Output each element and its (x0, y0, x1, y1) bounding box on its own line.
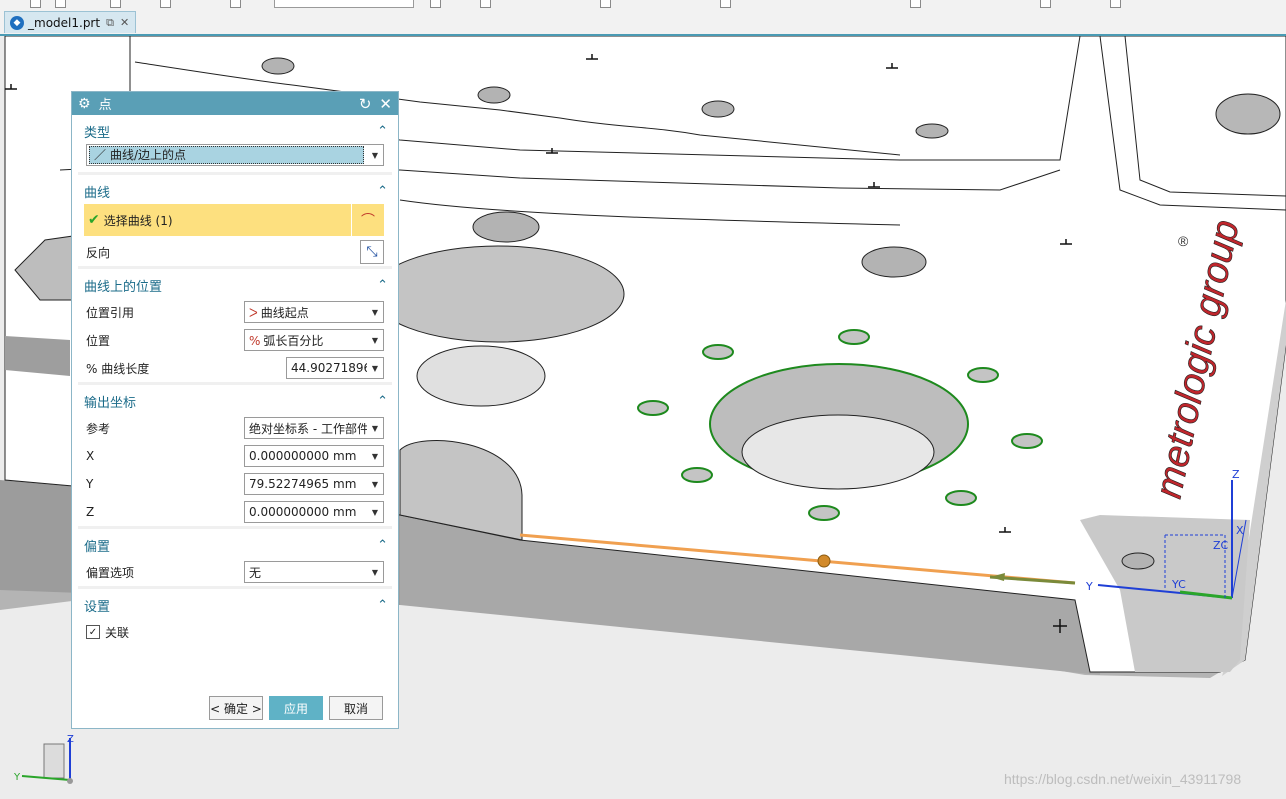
point-dialog: ⚙ 点 ↻ ✕ 类型 ⌃ ／曲线/边上的点 ▼ 曲线 ⌃ ✔ 选择曲线 (1) … (71, 91, 399, 729)
chevron-up-icon[interactable]: ⌃ (377, 184, 388, 199)
chevron-down-icon[interactable]: ▼ (367, 424, 383, 433)
output-coordinates-section: 输出坐标 ⌃ 参考 绝对坐标系 - 工作部件 ▼ X 0.000000000 m… (78, 388, 392, 529)
chevron-down-icon[interactable]: ▼ (367, 336, 383, 345)
part-file-icon: ◆ (10, 15, 24, 30)
svg-text:Y: Y (1085, 580, 1093, 593)
location-reference-row: 位置引用 ᐳ 曲线起点 ▼ (78, 298, 392, 326)
watermark: https://blog.csdn.net/weixin_43911798 (1004, 771, 1242, 787)
toolbar-icon[interactable] (600, 0, 611, 8)
tab-label: _model1.prt (28, 15, 101, 30)
curve-point-icon: ／ (94, 148, 107, 162)
chevron-down-icon[interactable]: ▼ (367, 452, 383, 461)
chevron-down-icon[interactable]: ▼ (367, 308, 383, 317)
offset-section-header[interactable]: 偏置 ⌃ (78, 532, 392, 558)
chevron-down-icon[interactable]: ▼ (367, 364, 383, 373)
gear-icon[interactable]: ⚙ (78, 96, 91, 112)
toolbar-icon[interactable] (720, 0, 731, 8)
curve-start-icon: ᐳ (249, 305, 258, 320)
dialog-title: 点 (98, 98, 112, 113)
chevron-up-icon[interactable]: ⌃ (377, 278, 388, 293)
chevron-up-icon[interactable]: ⌃ (377, 598, 388, 613)
svg-text:Z: Z (67, 734, 74, 745)
chevron-down-icon[interactable]: ▼ (367, 568, 383, 577)
curve-length-input[interactable]: 44.90271896 ▼ (286, 357, 384, 379)
select-curve-row[interactable]: ✔ 选择曲线 (1) ⌒ (84, 204, 384, 236)
svg-text:Z: Z (1232, 468, 1240, 481)
toolbar-icon[interactable] (110, 0, 121, 8)
x-coordinate-input[interactable]: 0.000000000 mm ▼ (244, 445, 384, 467)
settings-section: 设置 ⌃ ✓ 关联 (78, 592, 392, 646)
close-icon[interactable]: ✕ (379, 95, 392, 113)
associative-row: ✓ 关联 (78, 618, 392, 646)
curve-section-header[interactable]: 曲线 ⌃ (78, 178, 392, 204)
svg-text:Y: Y (13, 772, 21, 783)
x-coordinate-row: X 0.000000000 mm ▼ (78, 442, 392, 470)
type-dropdown[interactable]: ／曲线/边上的点 ▼ (86, 144, 384, 166)
location-row: 位置 % 弧长百分比 ▼ (78, 326, 392, 354)
curve-section: 曲线 ⌃ ✔ 选择曲线 (1) ⌒ 反向 ⤡ (78, 178, 392, 269)
toolbar-icon[interactable] (480, 0, 491, 8)
reverse-row: 反向 ⤡ (78, 238, 392, 266)
curve-length-row: % 曲线长度 44.90271896 ▼ (78, 354, 392, 382)
reverse-direction-icon[interactable]: ⤡ (360, 240, 384, 264)
arc-percent-icon: % (249, 333, 261, 348)
position-section: 曲线上的位置 ⌃ 位置引用 ᐳ 曲线起点 ▼ 位置 % 弧长百分比 ▼ % 曲线长度… (78, 272, 392, 385)
chevron-up-icon[interactable]: ⌃ (377, 124, 388, 139)
offset-section: 偏置 ⌃ 偏置选项 无 ▼ (78, 532, 392, 589)
z-coordinate-row: Z 0.000000000 mm ▼ (78, 498, 392, 526)
toolbar-icon[interactable] (30, 0, 41, 8)
toolbar-icon[interactable] (160, 0, 171, 8)
chevron-down-icon[interactable]: ▼ (367, 151, 383, 160)
chevron-down-icon[interactable]: ▼ (367, 508, 383, 517)
chevron-up-icon[interactable]: ⌃ (377, 538, 388, 553)
reset-icon[interactable]: ↻ (359, 95, 372, 113)
cancel-button[interactable]: 取消 (329, 696, 383, 720)
svg-text:ZC: ZC (1213, 539, 1229, 552)
output-section-header[interactable]: 输出坐标 ⌃ (78, 388, 392, 414)
toolbar-icon[interactable] (1040, 0, 1051, 8)
dialog-titlebar: ⚙ 点 ↻ ✕ (72, 92, 398, 115)
tab-model1[interactable]: ◆ _model1.prt ⧉ ✕ (4, 11, 136, 33)
toolbar-icon[interactable] (910, 0, 921, 8)
chevron-down-icon[interactable]: ▼ (367, 480, 383, 489)
y-coordinate-row: Y 79.52274965 mm ▼ (78, 470, 392, 498)
y-coordinate-input[interactable]: 79.52274965 mm ▼ (244, 473, 384, 495)
toolbar-icon[interactable] (430, 0, 441, 8)
toolbar-icon[interactable] (1110, 0, 1121, 8)
check-icon: ✔ (88, 212, 100, 228)
location-reference-dropdown[interactable]: ᐳ 曲线起点 ▼ (244, 301, 384, 323)
close-icon[interactable]: ✕ (120, 16, 129, 29)
apply-button[interactable]: 应用 (269, 696, 323, 720)
reference-row: 参考 绝对坐标系 - 工作部件 ▼ (78, 414, 392, 442)
position-section-header[interactable]: 曲线上的位置 ⌃ (78, 272, 392, 298)
toolbar-icon[interactable] (230, 0, 241, 8)
type-section: 类型 ⌃ ／曲线/边上的点 ▼ (78, 118, 392, 175)
type-section-header[interactable]: 类型 ⌃ (78, 118, 392, 144)
offset-option-row: 偏置选项 无 ▼ (78, 558, 392, 586)
toolbar-icon[interactable] (55, 0, 66, 8)
ok-button[interactable]: < 确定 > (209, 696, 263, 720)
z-coordinate-input[interactable]: 0.000000000 mm ▼ (244, 501, 384, 523)
location-dropdown[interactable]: % 弧长百分比 ▼ (244, 329, 384, 351)
dialog-footer: < 确定 > 应用 取消 (72, 696, 398, 720)
chevron-up-icon[interactable]: ⌃ (377, 394, 388, 409)
associative-checkbox[interactable]: ✓ (86, 625, 100, 639)
curve-selection-icon[interactable]: ⌒ (351, 204, 384, 236)
svg-text:YC: YC (1171, 578, 1186, 591)
svg-text:X: X (1236, 524, 1244, 537)
offset-option-dropdown[interactable]: 无 ▼ (244, 561, 384, 583)
toolbar-filter-field[interactable] (274, 0, 414, 8)
tab-modified-icon: ⧉ (106, 15, 114, 29)
reference-dropdown[interactable]: 绝对坐标系 - 工作部件 ▼ (244, 417, 384, 439)
settings-section-header[interactable]: 设置 ⌃ (78, 592, 392, 618)
document-tab-bar: ◆ _model1.prt ⧉ ✕ (0, 10, 1286, 36)
registered-mark: ® (1178, 233, 1189, 249)
